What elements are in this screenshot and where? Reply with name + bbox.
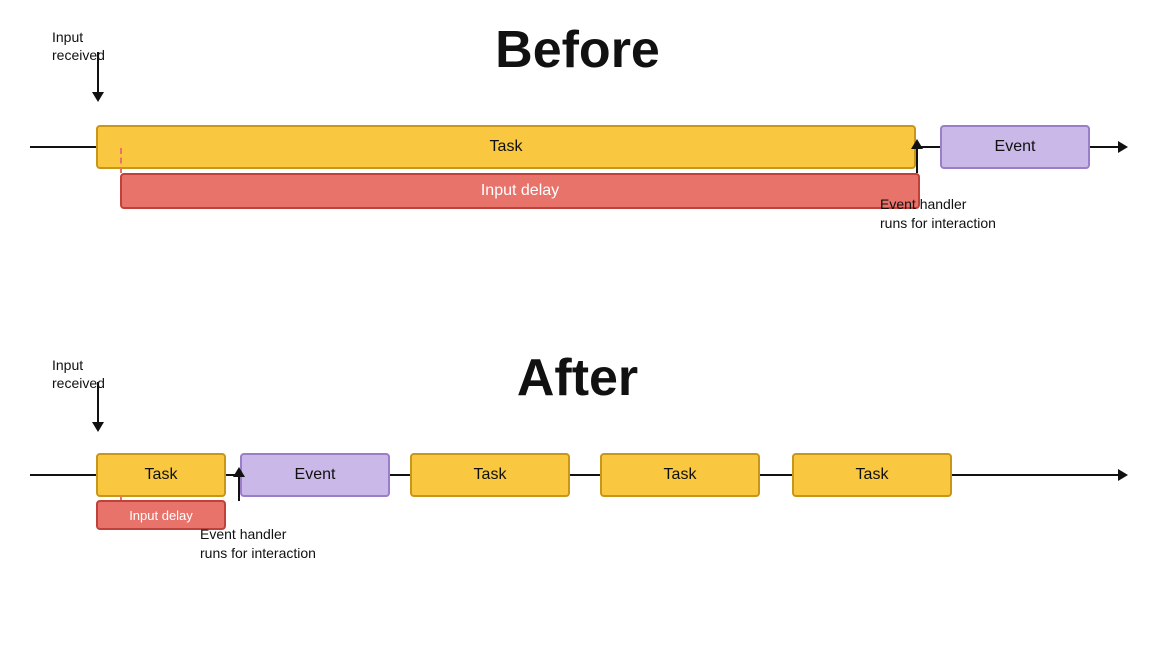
before-event-handler-label: Event handler runs for interaction <box>880 175 996 234</box>
after-event-handler-arrow <box>238 475 240 501</box>
before-input-delay-box: Input delay <box>120 173 920 209</box>
before-event-box: Event <box>940 125 1090 169</box>
after-dotted-line <box>120 496 122 500</box>
after-title: After <box>0 348 1155 408</box>
after-task3-box: Task <box>600 453 760 497</box>
after-input-arrow-down <box>97 382 99 424</box>
diagram-container: Before Input received Task Event Input d… <box>0 0 1155 647</box>
before-dotted-line <box>120 148 122 173</box>
before-title: Before <box>0 20 1155 80</box>
after-task1-box: Task <box>96 453 226 497</box>
after-event-box: Event <box>240 453 390 497</box>
before-input-arrow-down <box>97 52 99 94</box>
before-event-handler-arrow <box>916 147 918 173</box>
after-event-handler-label: Event handler runs for interaction <box>200 505 316 564</box>
before-task-box: Task <box>96 125 916 169</box>
after-task2-box: Task <box>410 453 570 497</box>
after-task4-box: Task <box>792 453 952 497</box>
